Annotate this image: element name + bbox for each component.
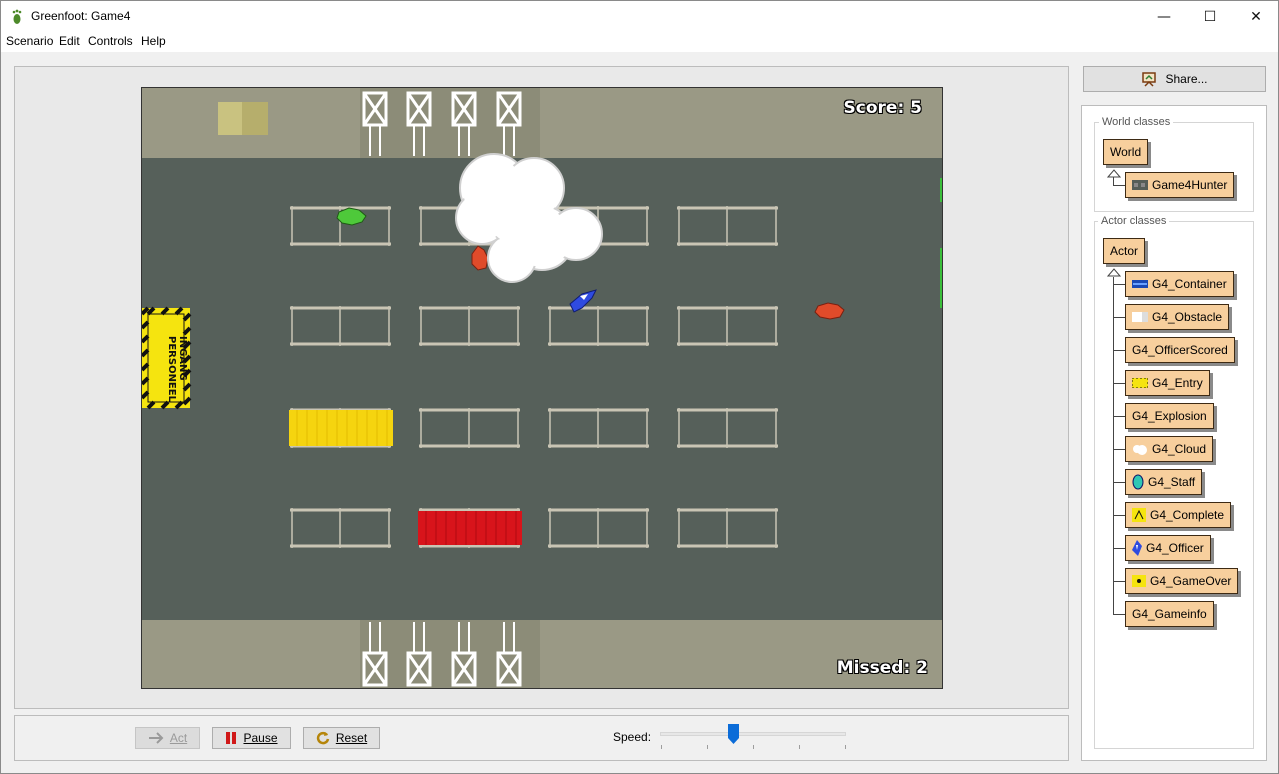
class-label: G4_Cloud (1152, 442, 1207, 456)
inherit-line (1113, 350, 1125, 351)
maximize-button[interactable]: ☐ (1187, 1, 1233, 32)
inherit-line (1113, 449, 1125, 450)
inherit-line (1113, 284, 1125, 285)
menu-edit[interactable]: Edit (59, 34, 80, 48)
entry-sign-text: INGANG PERSONEEL (166, 336, 188, 402)
speed-slider-track[interactable] (660, 732, 846, 736)
greenfoot-window: Greenfoot: Game4 — ☐ ✕ Scenario Edit Con… (0, 0, 1279, 774)
pause-button[interactable]: Pause (212, 727, 291, 749)
class-label: G4_Staff (1148, 475, 1196, 489)
speed-label: Speed: (613, 730, 652, 744)
class-world-label: World (1110, 145, 1142, 159)
red-container (418, 511, 522, 545)
crane-top (360, 88, 540, 158)
game-world[interactable]: Score: 5 Missed: 2 INGANG PERSONEEL (141, 87, 943, 689)
act-arrow-icon (148, 732, 164, 744)
class-label: G4_Officer (1146, 541, 1204, 555)
score-label: Score: 5 (843, 98, 922, 118)
complete-icon (1132, 508, 1146, 522)
title-bar: Greenfoot: Game4 — ☐ ✕ (1, 1, 1278, 32)
class-g4-staff[interactable]: G4_Staff (1125, 469, 1203, 495)
class-label: G4_GameOver (1150, 574, 1232, 588)
slider-tick (799, 745, 800, 749)
class-g4-cloud[interactable]: G4_Cloud (1125, 436, 1214, 462)
inherit-arrow-icon (1107, 169, 1121, 178)
pause-label: Pause (243, 731, 278, 745)
entry-icon (1132, 378, 1148, 388)
world-classes-group (1094, 122, 1254, 212)
world-canvas (142, 88, 942, 688)
crane-bottom (360, 620, 540, 688)
class-game4hunter[interactable]: Game4Hunter (1125, 172, 1235, 198)
window-title: Greenfoot: Game4 (31, 9, 131, 23)
inherit-line (1113, 581, 1125, 582)
cloud-icon (1132, 443, 1148, 455)
menu-scenario[interactable]: Scenario (6, 34, 53, 48)
class-label: G4_Container (1152, 277, 1227, 291)
minimize-button[interactable]: — (1141, 1, 1187, 32)
class-game4hunter-label: Game4Hunter (1152, 178, 1228, 192)
class-label: G4_Obstacle (1152, 310, 1223, 324)
inherit-line (1113, 515, 1125, 516)
class-g4-entry[interactable]: G4_Entry (1125, 370, 1210, 396)
obstacle-icon (1132, 312, 1148, 322)
inherit-line (1113, 614, 1125, 615)
class-label: G4_Complete (1150, 508, 1225, 522)
reset-button[interactable]: Reset (303, 727, 380, 749)
inherit-arrow-icon (1107, 268, 1121, 277)
class-g4-complete[interactable]: G4_Complete (1125, 502, 1232, 528)
pause-icon (226, 732, 237, 744)
class-label: G4_Gameinfo (1132, 607, 1207, 621)
act-button[interactable]: Act (135, 727, 200, 749)
class-label: G4_Explosion (1132, 409, 1207, 423)
close-button[interactable]: ✕ (1233, 1, 1279, 32)
speed-slider-thumb[interactable] (728, 724, 739, 744)
game4hunter-icon (1132, 180, 1148, 190)
inherit-line (1113, 482, 1125, 483)
inherit-line (1113, 416, 1125, 417)
inherit-line (1113, 383, 1125, 384)
greenfoot-footprint-icon (12, 9, 22, 24)
reset-label: Reset (335, 731, 368, 745)
inherit-line (1113, 548, 1125, 549)
inherit-line (1113, 317, 1125, 318)
reset-icon (316, 731, 330, 745)
inherit-line (1113, 185, 1125, 186)
share-label: Share... (1165, 72, 1208, 86)
menu-bar: Scenario Edit Controls Help (1, 32, 1278, 52)
world-classes-title: World classes (1099, 116, 1174, 128)
class-g4-gameinfo[interactable]: G4_Gameinfo (1125, 601, 1214, 627)
staff-icon (1132, 474, 1144, 490)
class-actor[interactable]: Actor (1103, 238, 1146, 264)
slider-tick (707, 745, 708, 749)
officer-icon (1132, 540, 1142, 556)
class-g4-officerscored[interactable]: G4_OfficerScored (1125, 337, 1235, 363)
class-g4-explosion[interactable]: G4_Explosion (1125, 403, 1214, 429)
class-g4-container[interactable]: G4_Container (1125, 271, 1234, 297)
class-g4-officer[interactable]: G4_Officer (1125, 535, 1211, 561)
missed-label: Missed: 2 (836, 658, 928, 678)
inherit-line (1113, 277, 1114, 615)
menu-controls[interactable]: Controls (88, 34, 133, 48)
class-g4-obstacle[interactable]: G4_Obstacle (1125, 304, 1230, 330)
share-easel-icon (1142, 72, 1157, 87)
slider-tick (661, 745, 662, 749)
actor-classes-title: Actor classes (1098, 215, 1170, 227)
class-world[interactable]: World (1103, 139, 1149, 165)
slider-tick (845, 745, 846, 749)
container-icon (1132, 280, 1148, 288)
class-g4-gameover[interactable]: G4_GameOver (1125, 568, 1239, 594)
class-label: G4_OfficerScored (1132, 343, 1228, 357)
yellow-container (289, 410, 393, 446)
class-label: G4_Entry (1152, 376, 1203, 390)
menu-help[interactable]: Help (141, 34, 166, 48)
share-button[interactable]: Share... (1083, 66, 1266, 92)
slider-tick (753, 745, 754, 749)
act-label: Act (169, 731, 188, 745)
gameover-icon (1132, 575, 1146, 587)
class-actor-label: Actor (1110, 244, 1139, 258)
